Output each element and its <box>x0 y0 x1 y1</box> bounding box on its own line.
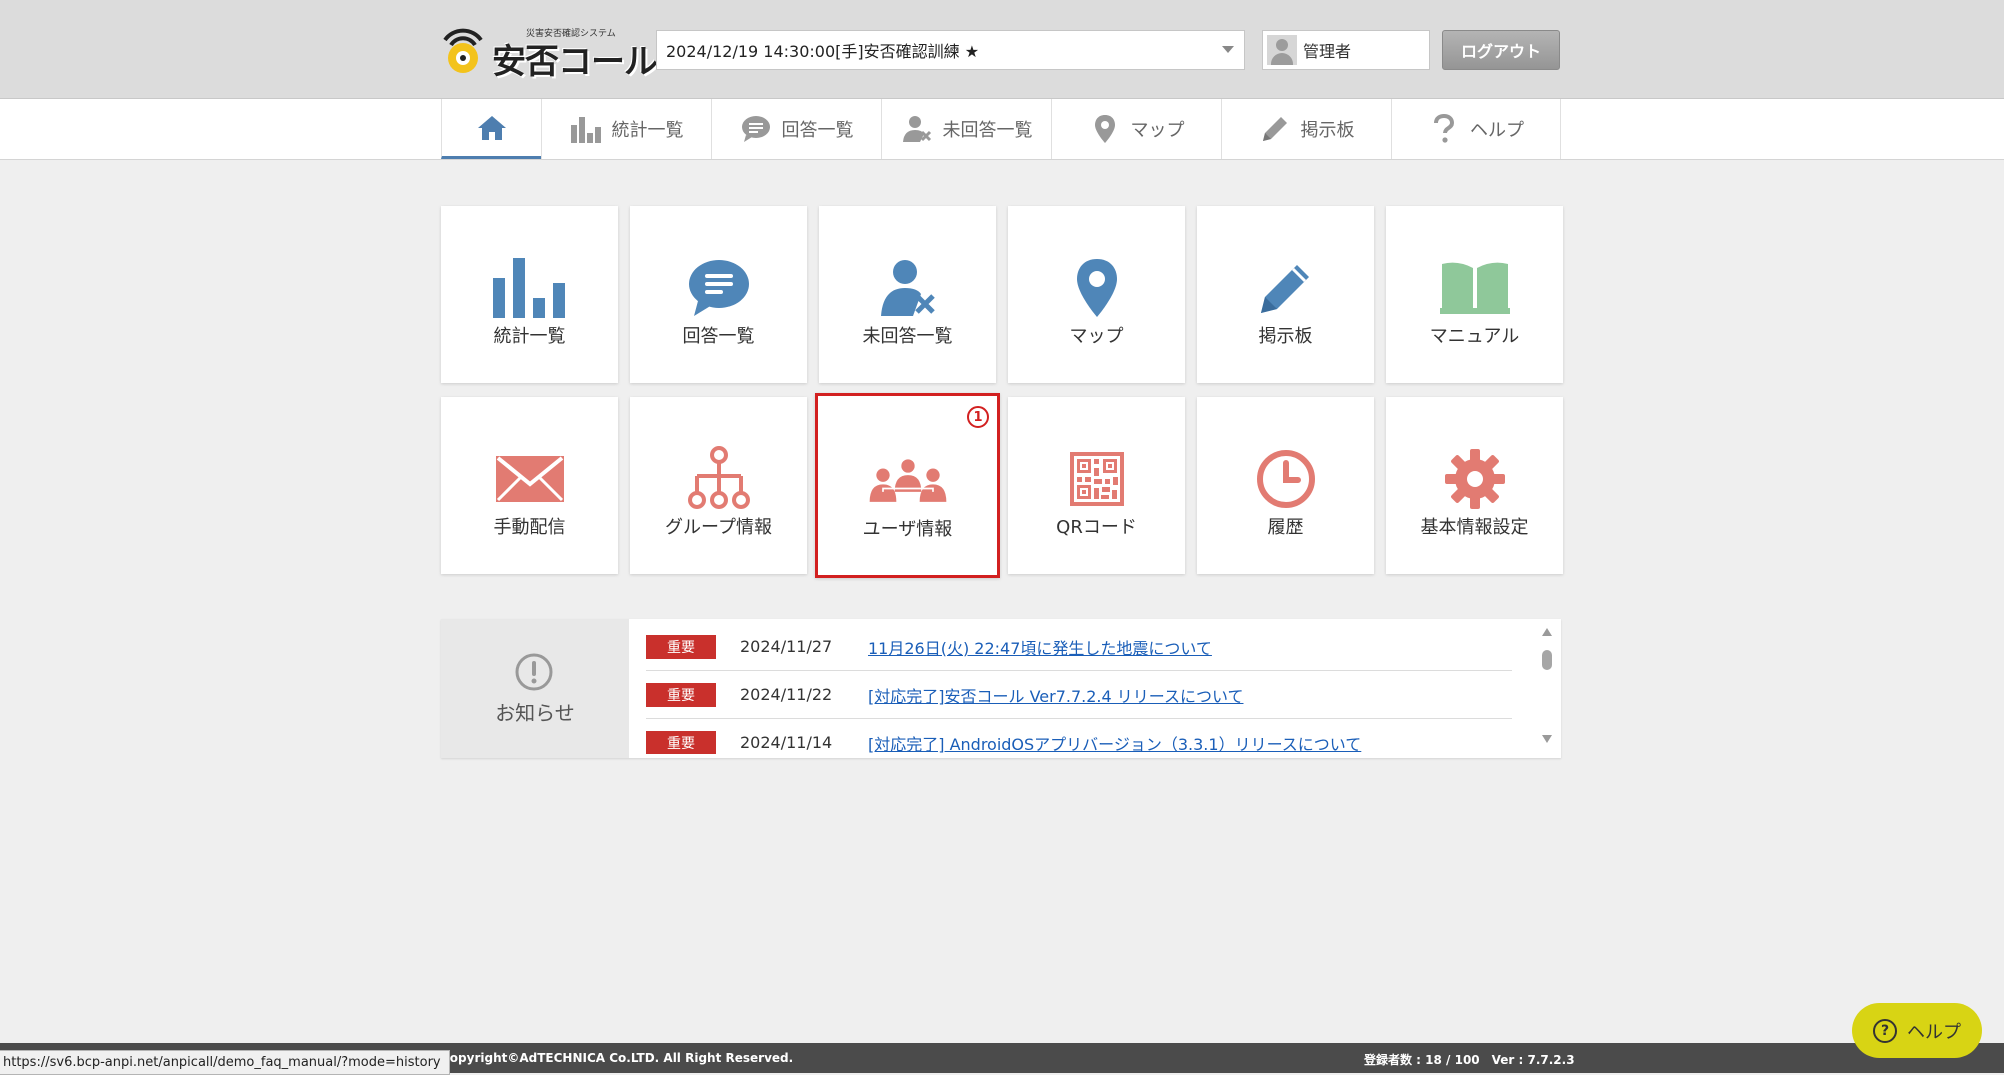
scroll-thumb[interactable] <box>1542 650 1552 670</box>
envelope-icon <box>495 456 564 502</box>
question-icon <box>1434 114 1455 143</box>
main-nav: 統計一覧 回答一覧 未回答一覧 マップ 掲示板 ヘルプ <box>441 99 1561 159</box>
news-link[interactable]: [対応完了] AndroidOSアプリバージョン（3.3.1）リリースについて <box>868 731 1361 755</box>
tile-group-info[interactable]: グループ情報 <box>630 397 807 574</box>
news-panel: お知らせ 重要 2024/11/27 11月26日(火) 22:47頃に発生した… <box>441 619 1561 758</box>
chevron-down-icon <box>1222 46 1234 53</box>
nav-map[interactable]: マップ <box>1051 99 1221 159</box>
header: 災害安否確認システム 安否コール 2024/12/19 14:30:00[手]安… <box>0 0 2004 99</box>
nav-board-label: 掲示板 <box>1300 120 1355 141</box>
user-name: 管理者 <box>1303 42 1352 61</box>
nav-map-label: マップ <box>1130 120 1185 141</box>
nav-home[interactable] <box>441 99 541 159</box>
floating-help-label: ヘルプ <box>1907 1021 1961 1043</box>
tile-label: 未回答一覧 <box>862 326 953 347</box>
news-item: 重要 2024/11/22 [対応完了]安否コール Ver7.7.2.4 リリー… <box>646 671 1512 719</box>
nav-stats-label: 統計一覧 <box>611 120 684 141</box>
exclamation-circle-icon <box>515 653 553 691</box>
tile-history[interactable]: 履歴 <box>1197 397 1374 574</box>
tile-label: 基本情報設定 <box>1420 517 1529 538</box>
tile-basic-settings[interactable]: 基本情報設定 <box>1386 397 1563 574</box>
scroll-up-icon[interactable] <box>1542 628 1552 636</box>
bar-chart-icon <box>570 117 601 143</box>
tile-label: 統計一覧 <box>493 326 566 347</box>
scroll-down-icon[interactable] <box>1542 735 1552 743</box>
nav-board[interactable]: 掲示板 <box>1221 99 1391 159</box>
user-x-icon <box>880 260 935 316</box>
news-title: お知らせ <box>495 701 575 725</box>
map-pin-icon <box>1076 259 1117 317</box>
floating-help-button[interactable]: ? ヘルプ <box>1852 1003 1982 1058</box>
logo-wifi-icon <box>443 28 483 73</box>
nav-unanswered-label: 未回答一覧 <box>942 120 1033 141</box>
tile-label: 手動配信 <box>493 517 566 538</box>
news-link[interactable]: 11月26日(火) 22:47頃に発生した地震について <box>868 635 1212 659</box>
main-nav-bar: 統計一覧 回答一覧 未回答一覧 マップ 掲示板 ヘルプ <box>0 99 2004 160</box>
copyright: Copyright©AdTECHNICA Co.LTD. All Right R… <box>441 1051 794 1065</box>
user-x-icon <box>902 116 931 142</box>
tile-map[interactable]: マップ <box>1008 206 1185 383</box>
gear-icon <box>1444 449 1505 509</box>
tile-label: マップ <box>1069 326 1124 347</box>
tile-label: グループ情報 <box>665 517 772 538</box>
pencil-icon <box>1260 265 1309 313</box>
hierarchy-icon <box>687 446 750 509</box>
nav-answers[interactable]: 回答一覧 <box>711 99 881 159</box>
tile-manual-send[interactable]: 手動配信 <box>441 397 618 574</box>
news-tag: 重要 <box>646 730 716 754</box>
registration-stats: 登録者数 : 18 / 100 Ver : 7.7.2.3 <box>1364 1053 1575 1067</box>
qr-code-icon <box>1069 452 1124 506</box>
news-tag: 重要 <box>646 682 716 707</box>
tile-user-info[interactable]: 1 ユーザ情報 <box>815 393 1000 578</box>
logo-title: 安否コール <box>492 42 658 82</box>
tile-label: 履歴 <box>1267 517 1304 538</box>
tile-board[interactable]: 掲示板 <box>1197 206 1374 383</box>
tile-stats[interactable]: 統計一覧 <box>441 206 618 383</box>
question-circle-icon: ? <box>1873 1018 1897 1043</box>
speech-bubble-icon <box>741 116 770 142</box>
tile-label: ユーザ情報 <box>862 519 953 540</box>
news-header: お知らせ <box>441 619 629 758</box>
nav-help[interactable]: ヘルプ <box>1391 99 1561 159</box>
pencil-icon <box>1262 117 1287 141</box>
news-scrollbar[interactable] <box>1540 628 1554 750</box>
news-date: 2024/11/22 <box>740 685 833 704</box>
news-item: 重要 2024/11/14 [対応完了] AndroidOSアプリバージョン（3… <box>646 719 1512 754</box>
user-box[interactable]: 管理者 <box>1262 30 1430 70</box>
status-bar-url: https://sv6.bcp-anpi.net/anpicall/demo_f… <box>0 1050 450 1075</box>
step-badge: 1 <box>967 406 989 428</box>
users-icon <box>869 459 946 502</box>
nav-stats[interactable]: 統計一覧 <box>541 99 711 159</box>
avatar-icon <box>1267 35 1297 65</box>
news-item: 重要 2024/11/27 11月26日(火) 22:47頃に発生した地震につい… <box>646 623 1512 671</box>
tile-unanswered[interactable]: 未回答一覧 <box>819 206 996 383</box>
tile-answers[interactable]: 回答一覧 <box>630 206 807 383</box>
logout-button[interactable]: ログアウト <box>1442 30 1560 70</box>
nav-unanswered[interactable]: 未回答一覧 <box>881 99 1051 159</box>
nav-answers-label: 回答一覧 <box>781 120 854 141</box>
news-date: 2024/11/14 <box>740 733 833 752</box>
drill-select-value: 2024/12/19 14:30:00[手]安否確認訓練 ★ <box>666 42 980 61</box>
tile-label: 掲示板 <box>1258 326 1313 347</box>
nav-help-label: ヘルプ <box>1470 120 1524 141</box>
clock-icon <box>1256 450 1315 508</box>
news-tag: 重要 <box>646 634 716 659</box>
tile-manual[interactable]: マニュアル <box>1386 206 1563 383</box>
tile-label: QRコード <box>1056 517 1137 538</box>
speech-bubble-icon <box>688 260 749 316</box>
news-link[interactable]: [対応完了]安否コール Ver7.7.2.4 リリースについて <box>868 683 1243 707</box>
news-date: 2024/11/27 <box>740 637 833 656</box>
book-icon <box>1439 262 1510 314</box>
tile-label: 回答一覧 <box>682 326 755 347</box>
home-icon <box>477 115 506 140</box>
tile-label: マニュアル <box>1429 326 1520 347</box>
drill-select[interactable]: 2024/12/19 14:30:00[手]安否確認訓練 ★ <box>656 30 1245 70</box>
app-logo[interactable]: 災害安否確認システム 安否コール <box>440 20 658 82</box>
news-list: 重要 2024/11/27 11月26日(火) 22:47頃に発生した地震につい… <box>646 623 1526 754</box>
map-pin-icon <box>1094 115 1115 143</box>
tile-qr-code[interactable]: QRコード <box>1008 397 1185 574</box>
bar-chart-icon <box>492 258 565 318</box>
